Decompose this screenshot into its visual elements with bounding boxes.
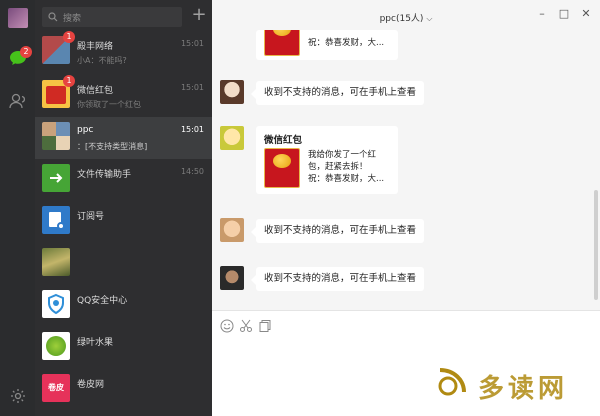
- chat-header: ppc(15人) ⌵ – □ ✕: [212, 0, 600, 32]
- unread-badge: 1: [63, 31, 75, 43]
- red-packet-line: 祝：恭喜发财，大...: [308, 38, 385, 48]
- search-input[interactable]: 搜索: [63, 11, 81, 24]
- message-bubble[interactable]: 收到不支持的消息，可在手机上查看: [250, 81, 425, 105]
- close-icon[interactable]: ✕: [578, 7, 594, 20]
- red-packet-message[interactable]: 祝：恭喜发财，大...: [256, 30, 398, 60]
- sender-avatar[interactable]: [220, 266, 244, 290]
- conversation-time: 15:01: [180, 125, 204, 134]
- red-packet-message[interactable]: 微信红包 我给你发了一个红 包，赶紧去拆！ 祝：恭喜发财，大...: [256, 126, 398, 194]
- conversation-item[interactable]: 1 微信红包 15:01 你领取了一个红包: [35, 75, 212, 117]
- sender-avatar[interactable]: [220, 80, 244, 104]
- user-avatar[interactable]: [8, 8, 28, 28]
- subscription-icon: [42, 206, 70, 234]
- conversation-name: 微信红包: [77, 86, 114, 96]
- left-rail: 2: [0, 0, 35, 416]
- search-box[interactable]: 搜索: [42, 7, 182, 27]
- conversation-preview: 小A：不能吗?: [77, 56, 127, 65]
- conversation-name: 卷皮网: [77, 380, 105, 390]
- conversation-item[interactable]: 1 殿丰网络 15:01 小A：不能吗?: [35, 31, 212, 73]
- fruit-store-avatar: [42, 332, 70, 360]
- watermark: 多读网: [430, 358, 600, 410]
- watermark-text: 多读网: [478, 374, 569, 404]
- red-packet-icon: [264, 30, 300, 56]
- chat-scrollbar[interactable]: [594, 190, 598, 300]
- chat-title-text: ppc(15人): [379, 14, 424, 24]
- watermark-logo: [438, 368, 466, 396]
- message-bubble[interactable]: 收到不支持的消息，可在手机上查看: [250, 219, 425, 243]
- conversation-preview: 你领取了一个红包: [77, 100, 141, 109]
- scissors-icon[interactable]: [239, 319, 253, 333]
- search-icon: [48, 12, 58, 22]
- minimize-icon[interactable]: –: [534, 7, 550, 20]
- conversation-preview: ：[不支持类型消息]: [77, 142, 148, 151]
- add-icon[interactable]: +: [191, 6, 207, 24]
- sender-avatar[interactable]: [220, 218, 244, 242]
- file-transfer-icon: [42, 164, 70, 192]
- conversation-time: 15:01: [180, 83, 204, 92]
- conversation-item[interactable]: QQ安全中心: [35, 285, 212, 327]
- red-packet-icon: [264, 148, 300, 188]
- chat-unread-badge: 2: [20, 46, 32, 58]
- conversation-time: 15:01: [180, 39, 204, 48]
- red-packet-title: 微信红包: [264, 135, 303, 146]
- conversation-item[interactable]: [35, 243, 212, 285]
- chevron-down-icon[interactable]: ⌵: [426, 14, 432, 23]
- conversation-name: QQ安全中心: [77, 296, 128, 306]
- conversation-name: 订阅号: [77, 212, 105, 222]
- red-packet-line: 包，赶紧去拆！: [308, 162, 368, 172]
- conversation-name: 绿叶水果: [77, 338, 114, 348]
- contact-avatar: [42, 248, 70, 276]
- red-packet-line: 我给你发了一个红: [308, 150, 377, 160]
- maximize-icon[interactable]: □: [556, 7, 572, 20]
- conversation-item[interactable]: 订阅号: [35, 201, 212, 243]
- juanpi-logo-text: 卷皮: [48, 383, 64, 392]
- qq-security-icon: [42, 290, 70, 318]
- conversation-item[interactable]: 文件传输助手 14:50: [35, 159, 212, 201]
- group-avatar: [42, 122, 70, 150]
- emoji-icon[interactable]: [220, 319, 234, 333]
- settings-gear-icon[interactable]: [10, 388, 26, 404]
- conversation-name: ppc: [77, 125, 94, 135]
- message-bubble[interactable]: 收到不支持的消息，可在手机上查看: [250, 267, 425, 291]
- conversation-item-active[interactable]: ppc 15:01 ：[不支持类型消息]: [35, 117, 212, 159]
- juanpi-logo: 卷皮: [42, 374, 70, 402]
- conversation-name: 殿丰网络: [77, 42, 114, 52]
- unread-badge: 1: [63, 75, 75, 87]
- chat-panel: ppc(15人) ⌵ – □ ✕ 祝：恭喜发财，大... 收到不支持的消息，可在…: [212, 0, 600, 416]
- contacts-icon[interactable]: [9, 92, 27, 110]
- red-packet-line: 祝：恭喜发财，大...: [308, 174, 385, 184]
- sender-avatar[interactable]: [220, 126, 244, 150]
- conversation-item[interactable]: 卷皮 卷皮网: [35, 369, 212, 411]
- file-icon[interactable]: [258, 319, 272, 333]
- conversation-list: 搜索 + 1 殿丰网络 15:01 小A：不能吗? 1 微信红包 15:01 你…: [35, 0, 212, 416]
- conversation-item[interactable]: 绿叶水果: [35, 327, 212, 369]
- conversation-name: 文件传输助手: [77, 170, 132, 180]
- conversation-time: 14:50: [180, 167, 204, 176]
